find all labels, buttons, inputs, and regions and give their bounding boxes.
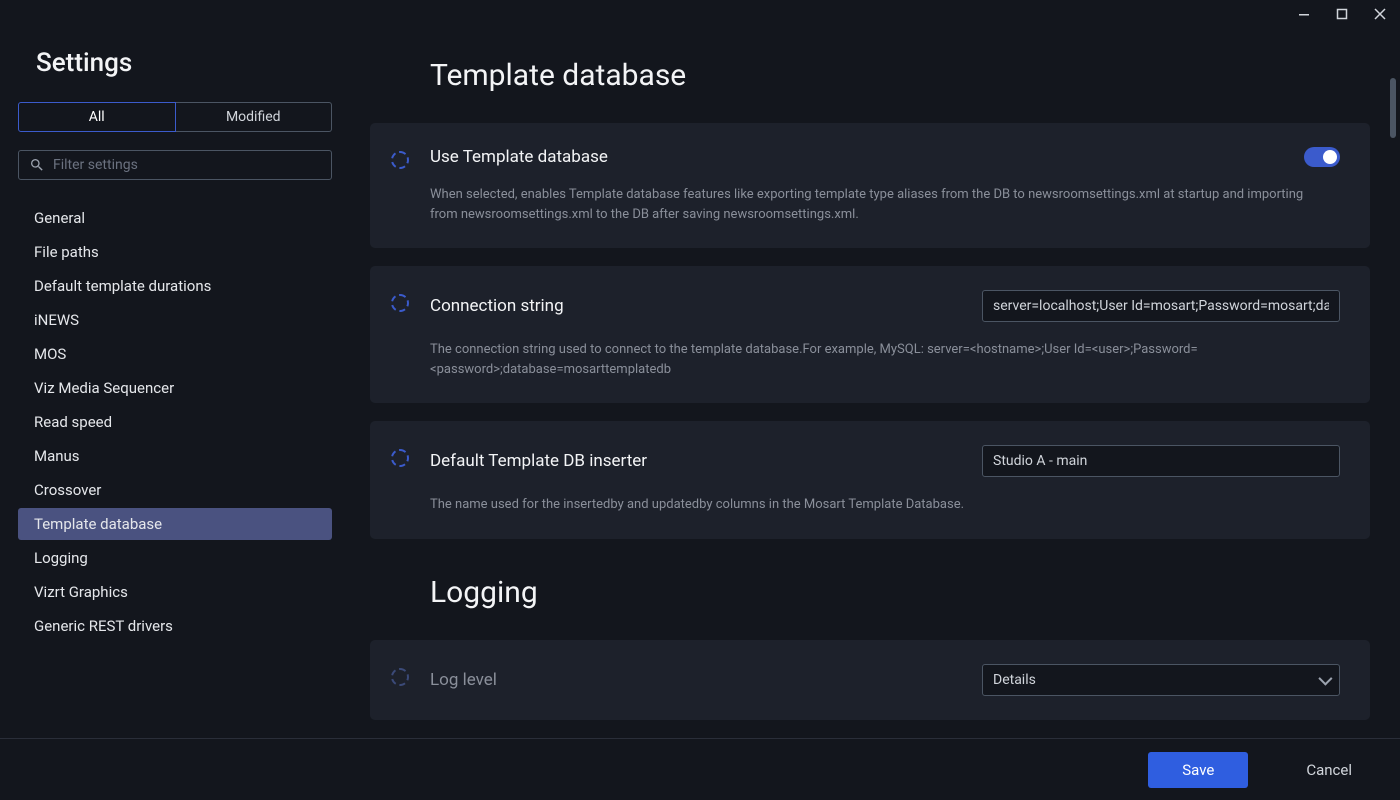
nav-item-inews[interactable]: iNEWS [18,304,332,336]
nav-item-logging[interactable]: Logging [18,542,332,574]
log-level-select[interactable]: Details [982,664,1340,696]
search-icon [29,157,45,173]
nav-item-viz[interactable]: Viz Media Sequencer [18,372,332,404]
connection-string-input[interactable] [982,290,1340,322]
card-icon [370,664,430,686]
refresh-icon[interactable] [391,151,409,169]
nav-item-readspeed[interactable]: Read speed [18,406,332,438]
search-box[interactable] [18,150,332,180]
nav-item-vizrt[interactable]: Vizrt Graphics [18,576,332,608]
card-connection-string: Connection string The connection string … [370,266,1370,403]
setting-title: Use Template database [430,147,608,167]
card-icon [370,445,430,467]
content-pane[interactable]: Template database Use Template database … [350,28,1400,738]
inserter-input[interactable] [982,445,1340,477]
sidebar: Settings All Modified General File paths… [0,28,350,738]
refresh-icon[interactable] [391,449,409,467]
nav-item-crossover[interactable]: Crossover [18,474,332,506]
sidebar-title: Settings [18,48,332,78]
card-icon [370,290,430,312]
card-default-inserter: Default Template DB inserter The name us… [370,421,1370,539]
nav-item-mos[interactable]: MOS [18,338,332,370]
toggle-use-template-db[interactable] [1304,147,1340,167]
chevron-down-icon [1318,671,1332,685]
filter-tab-group: All Modified [18,102,332,132]
setting-title: Default Template DB inserter [430,451,647,471]
main-container: Settings All Modified General File paths… [0,28,1400,738]
card-use-template-db: Use Template database When selected, ena… [370,123,1370,248]
search-input[interactable] [53,157,321,173]
select-value: Details [993,672,1036,688]
nav-item-templatedb[interactable]: Template database [18,508,332,540]
setting-title: Log level [430,670,497,690]
section-title-logging: Logging [370,575,1370,610]
nav-item-rest[interactable]: Generic REST drivers [18,610,332,642]
minimize-button[interactable] [1292,2,1316,26]
tab-all[interactable]: All [18,102,176,132]
window-titlebar [0,0,1400,28]
scrollbar-thumb[interactable] [1390,78,1396,138]
setting-description: When selected, enables Template database… [430,185,1310,224]
nav-item-general[interactable]: General [18,202,332,234]
setting-title: Connection string [430,296,564,316]
setting-description: The connection string used to connect to… [430,340,1310,379]
footer: Save Cancel [0,738,1400,800]
close-button[interactable] [1368,2,1392,26]
nav-item-durations[interactable]: Default template durations [18,270,332,302]
section-title-templatedb: Template database [370,58,1370,93]
setting-description: The name used for the insertedby and upd… [430,495,1310,515]
cancel-button[interactable]: Cancel [1306,761,1352,779]
tab-modified[interactable]: Modified [176,102,333,132]
refresh-icon[interactable] [391,668,409,686]
nav-item-manus[interactable]: Manus [18,440,332,472]
maximize-button[interactable] [1330,2,1354,26]
refresh-icon[interactable] [391,294,409,312]
nav-list: General File paths Default template dura… [18,202,332,644]
save-button[interactable]: Save [1148,752,1248,788]
card-icon [370,147,430,169]
nav-item-filepaths[interactable]: File paths [18,236,332,268]
card-log-level: Log level Details [370,640,1370,720]
